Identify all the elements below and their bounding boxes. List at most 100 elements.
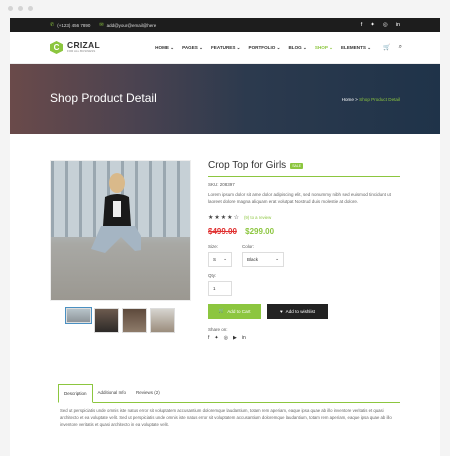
thumbnail-3[interactable] [122,308,147,333]
divider [208,176,400,177]
product-sku: SKU: 208397 [208,182,235,187]
star-half-icon: ☆ [233,214,239,221]
window-controls [8,6,33,11]
page-header-banner: Shop Product Detail Home > Shop Product … [10,64,440,134]
tab-description[interactable]: Description [58,384,93,403]
instagram-icon[interactable]: ◎ [224,335,228,341]
rating: ★ ★ ★ ★ ☆ (9) to a review [208,214,400,221]
menu-label: PORTFOLIO [248,44,276,50]
web-page: ✆ (+123) 456 7890 ✉ add@your@email@here … [10,18,440,456]
email-contact[interactable]: ✉ add@your@email@here [99,22,156,28]
youtube-icon[interactable]: ▶ [233,335,237,341]
linkedin-icon[interactable]: in [242,335,246,341]
breadcrumb-home[interactable]: Home [342,97,354,102]
close-dot[interactable] [8,6,13,11]
page-title: Shop Product Detail [50,91,157,105]
logo[interactable]: C CRIZAL FOR ALL BUSINESS [50,41,100,54]
menu-label: PAGES [182,44,198,50]
action-buttons: 🛒 Add to Cart ♥ Add to wishlist [208,303,400,319]
product-title: Crop Top for Girls [208,160,287,171]
product-section: Crop Top for Girls SALE SKU: 208397 Lore… [10,134,440,341]
product-title-row: Crop Top for Girls SALE [208,160,400,171]
thumbnail-strip [65,307,175,333]
add-to-wishlist-label: Add to wishlist [285,308,316,314]
share-label: Share on: [208,326,228,332]
facebook-icon[interactable]: f [361,22,363,28]
product-main-image[interactable] [50,160,191,301]
breadcrumb: Home > Shop Product Detail [342,97,400,102]
cart-icon[interactable]: 🛒 [383,44,390,51]
size-select[interactable]: S ⌄ [208,251,232,267]
old-price: $499.00 [208,226,237,236]
model-figure [91,173,141,253]
menu: HOME ⌄ PAGES ⌄ FEATURES ⌄ PORTFOLIO ⌄ BL… [155,45,371,51]
linkedin-icon[interactable]: in [396,22,400,28]
sale-badge: SALE [290,162,304,169]
product-tabs: Description Additional Info Reviews (2) [58,384,400,403]
social-links: f ✦ ◎ in [361,22,400,28]
star-icon: ★ [208,214,214,221]
qty-input[interactable]: 1 [208,280,232,296]
menu-label: BLOG [288,44,302,50]
menu-item-portfolio[interactable]: PORTFOLIO ⌄ [249,45,281,51]
reviews-link[interactable]: (9) to a review [244,215,271,220]
menu-item-pages[interactable]: PAGES ⌄ [182,45,203,51]
top-bar: ✆ (+123) 456 7890 ✉ add@your@email@here … [10,18,440,32]
add-to-cart-label: Add to Cart [227,308,251,314]
thumbnail-4[interactable] [150,308,175,333]
menu-item-elements[interactable]: ELEMENTS ⌄ [341,45,371,51]
quantity: Qty: 1 [208,273,400,296]
color-option: Color: Black ⌄ [242,244,284,267]
maximize-dot[interactable] [28,6,33,11]
menu-item-home[interactable]: HOME ⌄ [155,45,174,51]
product-info: Crop Top for Girls SALE SKU: 208397 Lore… [208,160,400,341]
logo-subtitle: FOR ALL BUSINESS [67,48,96,53]
phone-text: (+123) 456 7890 [57,22,91,28]
product-options: Size: S ⌄ Color: Black ⌄ [208,244,400,267]
add-to-cart-button[interactable]: 🛒 Add to Cart [208,303,261,319]
heart-icon: ♥ [279,308,283,314]
twitter-icon[interactable]: ✦ [214,335,218,341]
search-icon[interactable]: ⌕ [399,44,402,51]
thumbnail-2[interactable] [94,308,119,333]
facebook-icon[interactable]: f [208,335,209,341]
menu-item-shop[interactable]: SHOP ⌄ [315,45,333,51]
menu-label: SHOP [314,44,328,50]
tab-content: Sed ut perspiciatis unde omnis iste natu… [60,408,392,427]
tab-reviews[interactable]: Reviews (2) [131,384,165,402]
chevron-down-icon: ⌄ [223,256,227,261]
instagram-icon[interactable]: ◎ [383,22,388,28]
menu-item-features[interactable]: FEATURES ⌄ [211,45,241,51]
email-text: add@your@email@here [106,22,157,28]
star-icon: ★ [214,214,220,221]
star-icon: ★ [227,214,233,221]
product-description: Lorem ipsum dolor sit ame dolor adipisci… [208,192,391,204]
color-select[interactable]: Black ⌄ [242,251,284,267]
minimize-dot[interactable] [18,6,23,11]
logo-icon: C [50,41,63,54]
chevron-down-icon: ⌄ [275,256,279,261]
menu-label: HOME [155,44,169,50]
menu-item-blog[interactable]: BLOG ⌄ [288,45,306,51]
size-value: S [213,256,217,262]
breadcrumb-current: Shop Product Detail [359,97,400,102]
thumbnail-1[interactable] [65,307,92,324]
share: Share on: f ✦ ◎ ▶ in [208,327,400,341]
price: $499.00 $299.00 [208,227,400,236]
twitter-icon[interactable]: ✦ [370,22,375,28]
menu-label: FEATURES [210,44,236,50]
phone-contact[interactable]: ✆ (+123) 456 7890 [50,22,90,28]
mail-icon: ✉ [99,22,104,28]
main-nav: C CRIZAL FOR ALL BUSINESS HOME ⌄ PAGES ⌄… [10,32,440,64]
new-price: $299.00 [245,226,275,236]
color-value: Black [247,256,259,262]
star-icon: ★ [220,214,227,221]
add-to-wishlist-button[interactable]: ♥ Add to wishlist [267,303,328,319]
menu-label: ELEMENTS [340,44,366,50]
cart-icon: 🛒 [218,308,225,313]
size-label: Size: [208,243,219,249]
breadcrumb-separator: > [355,97,358,102]
nav-icons: 🛒 ⌕ [383,44,402,51]
browser-window: ✆ (+123) 456 7890 ✉ add@your@email@here … [0,0,450,456]
tab-additional-info[interactable]: Additional Info [93,384,132,402]
